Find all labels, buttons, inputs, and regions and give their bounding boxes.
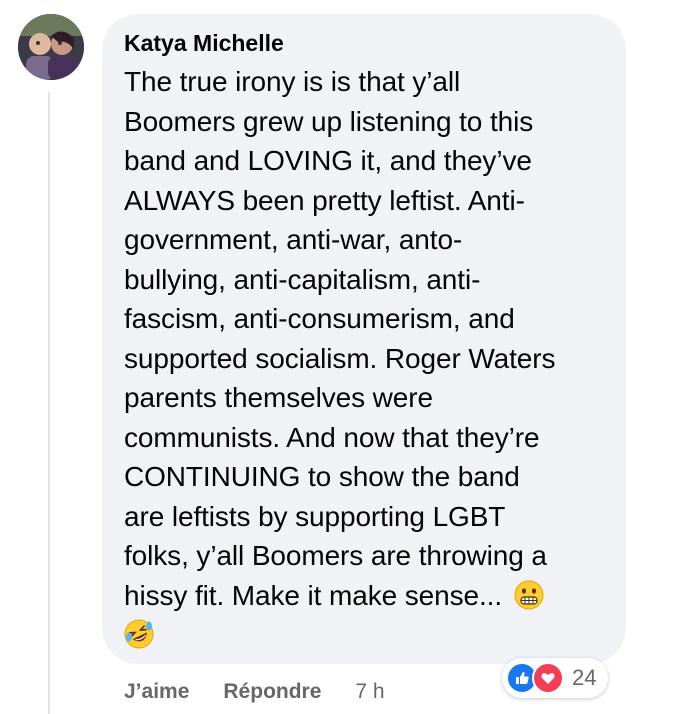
avatar-image <box>18 14 84 80</box>
comment-text-line: CONTINUING to show the band <box>124 461 520 492</box>
comment-text-line-last: hissy fit. Make it make sense... <box>124 576 604 616</box>
comment-text-line: supported socialism. Roger Waters <box>124 342 556 374</box>
comment-text-line: are leftists by supporting LGBT <box>124 500 506 532</box>
comment-text-line: ALWAYS been pretty leftist. Anti- <box>124 184 525 216</box>
comment-bubble: Katya Michelle The true irony is is that… <box>102 14 626 664</box>
comment-text-line: The true irony is is that y’all <box>124 66 461 97</box>
comment-actions: J’aime Répondre 7 h <box>124 680 385 704</box>
comment-text-line: band and LOVING it, and they’ve <box>124 145 532 176</box>
comment-text-line: government, anti-war, anto- <box>124 224 463 255</box>
comment-text-line: parents themselves were <box>124 382 433 413</box>
grimacing-face-icon <box>514 580 544 609</box>
reaction-count: 24 <box>572 665 597 690</box>
comment-text-line: hissy fit. Make it make sense... <box>124 579 503 611</box>
comment-text-line: communists. And now that they’re <box>124 421 540 453</box>
comment-text: The true irony is is that y’all Boomers … <box>124 62 604 655</box>
avatar[interactable] <box>18 14 84 80</box>
reactions-summary[interactable]: 24 <box>502 658 609 698</box>
like-button[interactable]: J’aime <box>124 680 189 704</box>
timestamp[interactable]: 7 h <box>355 680 384 704</box>
love-icon <box>532 662 564 694</box>
comment-text-line: fascism, anti-consumerism, and <box>124 303 515 334</box>
emoji-line <box>124 615 604 655</box>
thread-line <box>48 92 50 714</box>
comment-author[interactable]: Katya Michelle <box>124 28 604 58</box>
rolling-on-floor-laughing-icon <box>124 619 154 649</box>
comment-text-line: folks, y’all Boomers are throwing a <box>124 540 547 571</box>
comment-text-line: bullying, anti-capitalism, anti- <box>124 263 481 295</box>
reply-button[interactable]: Répondre <box>223 680 321 704</box>
comment-text-line: Boomers grew up listening to this <box>124 105 534 137</box>
